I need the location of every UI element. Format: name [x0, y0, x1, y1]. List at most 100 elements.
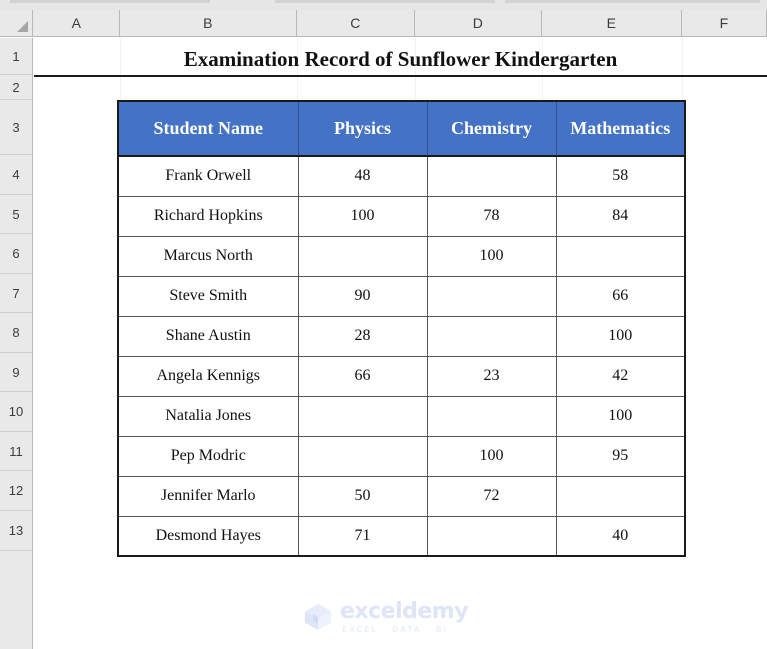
table-row: Pep Modric 100 95	[117, 435, 686, 477]
column-header-label: B	[203, 15, 213, 31]
top-strip-segment	[275, 0, 495, 3]
cell-student-name[interactable]: Frank Orwell	[117, 155, 299, 197]
cell-mathematics[interactable]: 100	[555, 315, 686, 357]
cell-chemistry[interactable]	[426, 315, 557, 357]
spreadsheet-app: A B C D E F 1 2 3 4 5 6 7 8 9 10 11 12 1…	[0, 0, 767, 649]
row-header-label: 12	[8, 483, 24, 498]
row-header-12[interactable]: 12	[0, 471, 33, 511]
row-header-label: 13	[8, 523, 24, 538]
row-header-label: 2	[12, 79, 20, 95]
row-header-1[interactable]: 1	[0, 38, 33, 75]
cell-chemistry[interactable]: 78	[426, 195, 557, 237]
cell-student-name[interactable]: Desmond Hayes	[117, 515, 299, 556]
cell-mathematics[interactable]: 42	[555, 355, 686, 397]
cell-chemistry[interactable]: 23	[426, 355, 557, 397]
cell-mathematics[interactable]: 84	[555, 195, 686, 237]
cell-chemistry[interactable]	[426, 515, 557, 556]
column-header-b[interactable]: B	[120, 10, 297, 37]
row-header-10[interactable]: 10	[0, 392, 33, 432]
row-header-label: 1	[12, 48, 20, 64]
row-header-9[interactable]: 9	[0, 353, 33, 392]
cell-physics[interactable]: 100	[297, 195, 428, 237]
row-header-8[interactable]: 8	[0, 313, 33, 353]
sheet-below-used-range[interactable]	[34, 551, 767, 649]
column-header-e[interactable]: E	[542, 10, 682, 37]
cell-physics[interactable]: 71	[297, 515, 428, 556]
cell-student-name[interactable]: Marcus North	[117, 235, 299, 277]
row-header-label: 6	[12, 246, 20, 261]
cell-student-name[interactable]: Natalia Jones	[117, 395, 299, 437]
cell-physics[interactable]: 66	[297, 355, 428, 397]
cell-physics[interactable]	[297, 395, 428, 437]
column-header-a[interactable]: A	[34, 10, 120, 37]
row-header-label: 10	[8, 404, 24, 419]
cell-mathematics[interactable]: 95	[555, 435, 686, 477]
table-header: Student Name Physics Chemistry Mathemati…	[117, 100, 686, 157]
select-all-corner-button[interactable]	[0, 10, 33, 37]
cell-mathematics[interactable]: 58	[555, 155, 686, 197]
cell-chemistry[interactable]	[426, 155, 557, 197]
row-header-11[interactable]: 11	[0, 432, 33, 471]
cell-physics[interactable]	[297, 435, 428, 477]
row-header-6[interactable]: 6	[0, 234, 33, 274]
cell-physics[interactable]: 48	[297, 155, 428, 197]
table-row: Natalia Jones 100	[117, 395, 686, 437]
table-row: Marcus North 100	[117, 235, 686, 277]
row-header-label: 5	[12, 206, 20, 222]
table-row: Frank Orwell 48 58	[117, 155, 686, 197]
column-header-d[interactable]: D	[415, 10, 542, 37]
row-header-4[interactable]: 4	[0, 155, 33, 195]
row-header-gutter	[0, 551, 33, 649]
cell-student-name[interactable]: Pep Modric	[117, 435, 299, 477]
row-header-2[interactable]: 2	[0, 75, 33, 100]
cell-student-name[interactable]: Steve Smith	[117, 275, 299, 317]
cell-mathematics[interactable]	[555, 475, 686, 517]
column-header-student-name[interactable]: Student Name	[117, 100, 299, 157]
cell-physics[interactable]: 28	[297, 315, 428, 357]
row-header-5[interactable]: 5	[0, 195, 33, 234]
column-header-label: F	[719, 15, 729, 31]
column-header-label: D	[472, 15, 484, 31]
cell-chemistry[interactable]: 72	[426, 475, 557, 517]
column-header-physics[interactable]: Physics	[297, 100, 428, 157]
column-header-label: C	[350, 15, 361, 31]
row-header-label: 4	[12, 167, 20, 182]
cell-student-name[interactable]: Angela Kennigs	[117, 355, 299, 397]
cell-physics[interactable]: 90	[297, 275, 428, 317]
cell-mathematics[interactable]: 40	[555, 515, 686, 556]
cell-chemistry[interactable]	[426, 275, 557, 317]
cell-student-name[interactable]: Jennifer Marlo	[117, 475, 299, 517]
column-header-chemistry[interactable]: Chemistry	[426, 100, 557, 157]
column-header-mathematics[interactable]: Mathematics	[555, 100, 686, 157]
table-row: Steve Smith 90 66	[117, 275, 686, 317]
cell-physics[interactable]: 50	[297, 475, 428, 517]
cell-physics[interactable]	[297, 235, 428, 277]
select-all-triangle-icon	[17, 21, 28, 32]
table-row: Shane Austin 28 100	[117, 315, 686, 357]
row-header-label: 11	[9, 443, 23, 459]
row-header-7[interactable]: 7	[0, 274, 33, 313]
cell-chemistry[interactable]	[426, 395, 557, 437]
top-strip-segment	[505, 0, 760, 3]
column-header-label: A	[71, 15, 82, 31]
row-header-label: 8	[12, 325, 20, 340]
row-header-label: 7	[12, 285, 20, 301]
row-header-3[interactable]: 3	[0, 100, 33, 155]
cell-mathematics[interactable]: 66	[555, 275, 686, 317]
table-row: Jennifer Marlo 50 72	[117, 475, 686, 517]
column-header-label: E	[606, 15, 617, 31]
page-title: Examination Record of Sunflower Kinderga…	[183, 46, 618, 71]
cell-mathematics[interactable]	[555, 235, 686, 277]
cell-chemistry[interactable]: 100	[426, 435, 557, 477]
row-header-13[interactable]: 13	[0, 511, 33, 551]
table-body: Frank Orwell 48 58 Richard Hopkins 100 78 84 Ma…	[117, 155, 686, 556]
column-header-f[interactable]: F	[682, 10, 767, 37]
cell-student-name[interactable]: Shane Austin	[117, 315, 299, 357]
title-underline-rule	[34, 75, 767, 77]
column-header-c[interactable]: C	[297, 10, 415, 37]
examination-record-table: Student Name Physics Chemistry Mathemati…	[117, 100, 686, 557]
cell-mathematics[interactable]: 100	[555, 395, 686, 437]
cell-chemistry[interactable]: 100	[426, 235, 557, 277]
cell-student-name[interactable]: Richard Hopkins	[117, 195, 299, 237]
table-header-row: Student Name Physics Chemistry Mathemati…	[117, 100, 686, 157]
